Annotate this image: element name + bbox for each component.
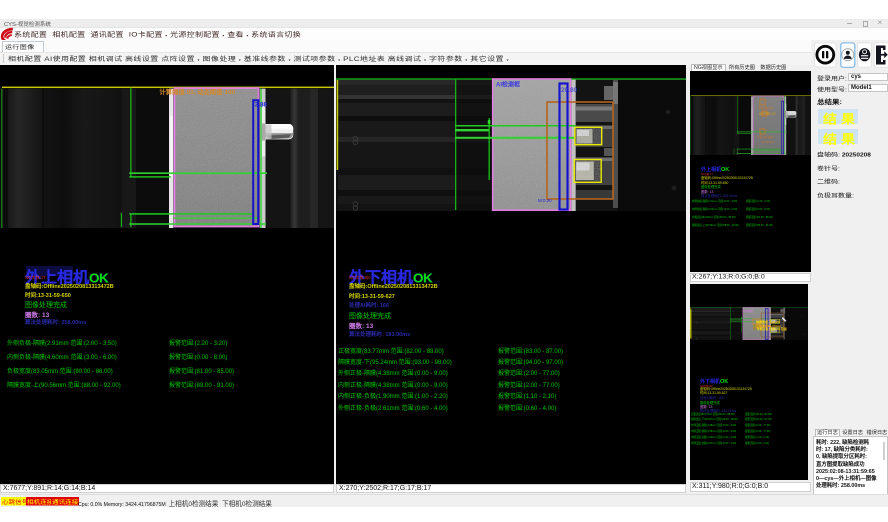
svg-text:外侧正极-负极2.61 范围: 外侧正极-负极2.61 范围: [756, 327, 787, 331]
svg-text:20.80: 20.80: [561, 87, 578, 94]
svg-text:M:0.20: M:0.20: [538, 198, 552, 203]
svg-text:动态阈值:100: 动态阈值:100: [759, 112, 776, 116]
svg-text:3.88: 3.88: [255, 102, 268, 109]
svg-text:计算阈值:93, 动态阈值:100: 计算阈值:93, 动态阈值:100: [160, 87, 236, 96]
svg-text:计算阈值:93: 计算阈值:93: [758, 106, 774, 110]
svg-text:AI检测框: AI检测框: [743, 309, 754, 313]
svg-text:AI检测框: AI检测框: [496, 81, 520, 89]
svg-text:92.00 S:1: 92.00 S:1: [762, 140, 774, 144]
svg-text:计算:93 动态: 计算:93 动态: [757, 135, 773, 139]
